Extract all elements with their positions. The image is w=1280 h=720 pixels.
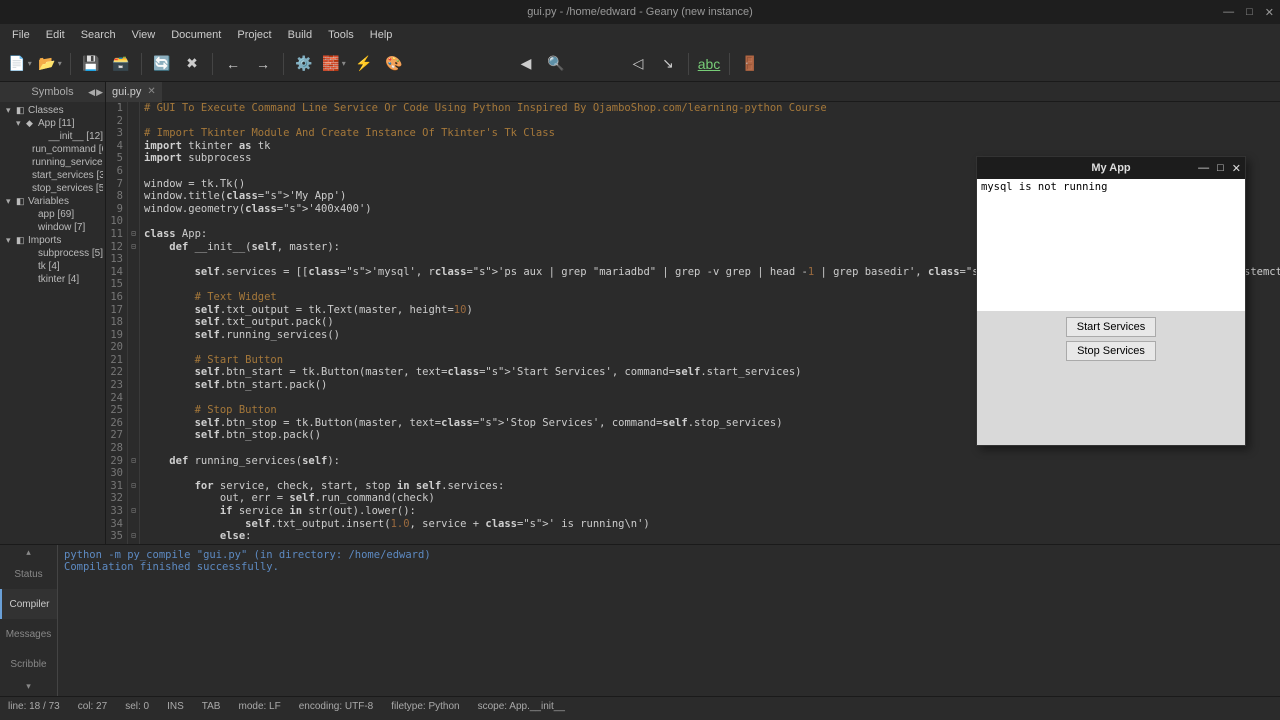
my-app-close-icon[interactable]: ✕ bbox=[1232, 162, 1241, 175]
menu-document[interactable]: Document bbox=[163, 26, 229, 44]
tree-node[interactable]: start_services [38 bbox=[2, 169, 103, 182]
tab-label: gui.py bbox=[112, 86, 141, 98]
tree-node[interactable]: tkinter [4] bbox=[2, 273, 103, 286]
reload-button[interactable]: 🔄 bbox=[148, 50, 176, 78]
menu-help[interactable]: Help bbox=[362, 26, 401, 44]
status-col: col: 27 bbox=[78, 701, 107, 712]
bottom-panel: ▴StatusCompilerMessagesScribble▾ python … bbox=[0, 544, 1280, 696]
status-tab: TAB bbox=[202, 701, 221, 712]
bottom-tab-status[interactable]: Status bbox=[0, 559, 57, 589]
start-services-button[interactable]: Start Services bbox=[1066, 317, 1156, 337]
fold-column[interactable]: ⊟ ⊟ ⊟ ⊟ ⊟ ⊟ bbox=[128, 102, 140, 544]
tree-node[interactable]: subprocess [5] bbox=[2, 247, 103, 260]
status-encoding: encoding: UTF-8 bbox=[299, 701, 373, 712]
goto-line-button[interactable]: ↘ bbox=[654, 50, 682, 78]
tree-node[interactable]: running_services bbox=[2, 156, 103, 169]
status-ins: INS bbox=[167, 701, 184, 712]
tree-node[interactable]: app [69] bbox=[2, 208, 103, 221]
my-app-title: My App bbox=[1091, 162, 1130, 174]
status-line: line: 18 / 73 bbox=[8, 701, 60, 712]
bottom-tab-scribble[interactable]: Scribble bbox=[0, 649, 57, 679]
menu-bar: FileEditSearchViewDocumentProjectBuildTo… bbox=[0, 24, 1280, 46]
color-chooser-button[interactable]: 🎨 bbox=[380, 50, 408, 78]
window-title: gui.py - /home/edward - Geany (new insta… bbox=[527, 6, 753, 18]
menu-search[interactable]: Search bbox=[73, 26, 124, 44]
sidebar-right-icon[interactable]: ▶ bbox=[96, 87, 103, 98]
sidebar-left-icon[interactable]: ◀ bbox=[88, 87, 95, 98]
bottom-tab-down-icon[interactable]: ▾ bbox=[0, 679, 57, 693]
minimize-icon[interactable]: — bbox=[1223, 6, 1234, 19]
compiler-line-2: Compilation finished successfully. bbox=[64, 561, 1274, 573]
bottom-tab-messages[interactable]: Messages bbox=[0, 619, 57, 649]
bottom-tabs: ▴StatusCompilerMessagesScribble▾ bbox=[0, 545, 58, 696]
back-button[interactable]: ← bbox=[219, 50, 247, 78]
tab-close-icon[interactable]: ✕ bbox=[147, 86, 155, 97]
tree-node[interactable]: window [7] bbox=[2, 221, 103, 234]
my-app-maximize-icon[interactable]: □ bbox=[1217, 162, 1224, 175]
status-mode: mode: LF bbox=[238, 701, 280, 712]
my-app-minimize-icon[interactable]: — bbox=[1198, 162, 1209, 175]
maximize-icon[interactable]: □ bbox=[1246, 6, 1253, 19]
open-file-button[interactable]: 📂▾ bbox=[36, 50, 64, 78]
spellcheck-button[interactable]: abc bbox=[695, 50, 723, 78]
close-file-button[interactable]: ✖ bbox=[178, 50, 206, 78]
menu-edit[interactable]: Edit bbox=[38, 26, 73, 44]
status-sel: sel: 0 bbox=[125, 701, 149, 712]
compiler-line-1: python -m py_compile "gui.py" (in direct… bbox=[64, 549, 1274, 561]
status-bar: line: 18 / 73 col: 27 sel: 0 INS TAB mod… bbox=[0, 696, 1280, 716]
execute-button[interactable]: ⚡ bbox=[350, 50, 378, 78]
find-button[interactable]: 🔍 bbox=[542, 50, 570, 78]
compile-button[interactable]: ⚙️ bbox=[290, 50, 318, 78]
quit-button[interactable]: 🚪 bbox=[736, 50, 764, 78]
tree-node[interactable]: ▾◧Classes bbox=[2, 104, 103, 117]
my-app-titlebar[interactable]: My App — □ ✕ bbox=[977, 157, 1245, 179]
tab-bar: gui.py ✕ bbox=[106, 82, 1280, 102]
forward-button[interactable]: → bbox=[249, 50, 277, 78]
tree-node[interactable]: stop_services [52 bbox=[2, 182, 103, 195]
compiler-output[interactable]: python -m py_compile "gui.py" (in direct… bbox=[58, 545, 1280, 696]
status-filetype: filetype: Python bbox=[391, 701, 459, 712]
tree-node[interactable]: ▾◆App [11] bbox=[2, 117, 103, 130]
sidebar-header: Symbols ◀▶ bbox=[0, 82, 105, 102]
close-icon[interactable]: ✕ bbox=[1265, 6, 1274, 19]
bottom-tab-up-icon[interactable]: ▴ bbox=[0, 545, 57, 559]
my-app-window[interactable]: My App — □ ✕ mysql is not running Start … bbox=[976, 156, 1246, 446]
tree-node[interactable]: run_command [6 bbox=[2, 143, 103, 156]
menu-view[interactable]: View bbox=[124, 26, 164, 44]
jump-back-button[interactable]: ◀ bbox=[512, 50, 540, 78]
menu-build[interactable]: Build bbox=[280, 26, 320, 44]
goto-back-button[interactable]: ◁ bbox=[624, 50, 652, 78]
save-button[interactable]: 💾 bbox=[77, 50, 105, 78]
tree-node[interactable]: ▾◧Imports bbox=[2, 234, 103, 247]
tree-node[interactable]: tk [4] bbox=[2, 260, 103, 273]
tree-node[interactable]: ▾◧Variables bbox=[2, 195, 103, 208]
my-app-text-output[interactable]: mysql is not running bbox=[977, 179, 1245, 311]
bottom-tab-compiler[interactable]: Compiler bbox=[0, 589, 57, 619]
symbols-tree[interactable]: ▾◧Classes▾◆App [11]__init__ [12]run_comm… bbox=[0, 102, 105, 544]
tree-node[interactable]: __init__ [12] bbox=[2, 130, 103, 143]
build-button[interactable]: 🧱▾ bbox=[320, 50, 348, 78]
tab-gui-py[interactable]: gui.py ✕ bbox=[106, 82, 162, 102]
toolbar: 📄▾ 📂▾ 💾 🗃️ 🔄 ✖ ← → ⚙️ 🧱▾ ⚡ 🎨 ◀ 🔍 ◁ ↘ abc… bbox=[0, 46, 1280, 82]
sidebar-title: Symbols bbox=[31, 86, 73, 98]
new-file-button[interactable]: 📄▾ bbox=[6, 50, 34, 78]
menu-file[interactable]: File bbox=[4, 26, 38, 44]
line-gutter: 1 2 3 4 5 6 7 8 9 10 11 12 13 14 15 16 1… bbox=[106, 102, 128, 544]
stop-services-button[interactable]: Stop Services bbox=[1066, 341, 1156, 361]
menu-project[interactable]: Project bbox=[229, 26, 279, 44]
save-all-button[interactable]: 🗃️ bbox=[107, 50, 135, 78]
sidebar: Symbols ◀▶ ▾◧Classes▾◆App [11]__init__ [… bbox=[0, 82, 106, 544]
title-bar: gui.py - /home/edward - Geany (new insta… bbox=[0, 0, 1280, 24]
status-scope: scope: App.__init__ bbox=[478, 701, 565, 712]
menu-tools[interactable]: Tools bbox=[320, 26, 362, 44]
